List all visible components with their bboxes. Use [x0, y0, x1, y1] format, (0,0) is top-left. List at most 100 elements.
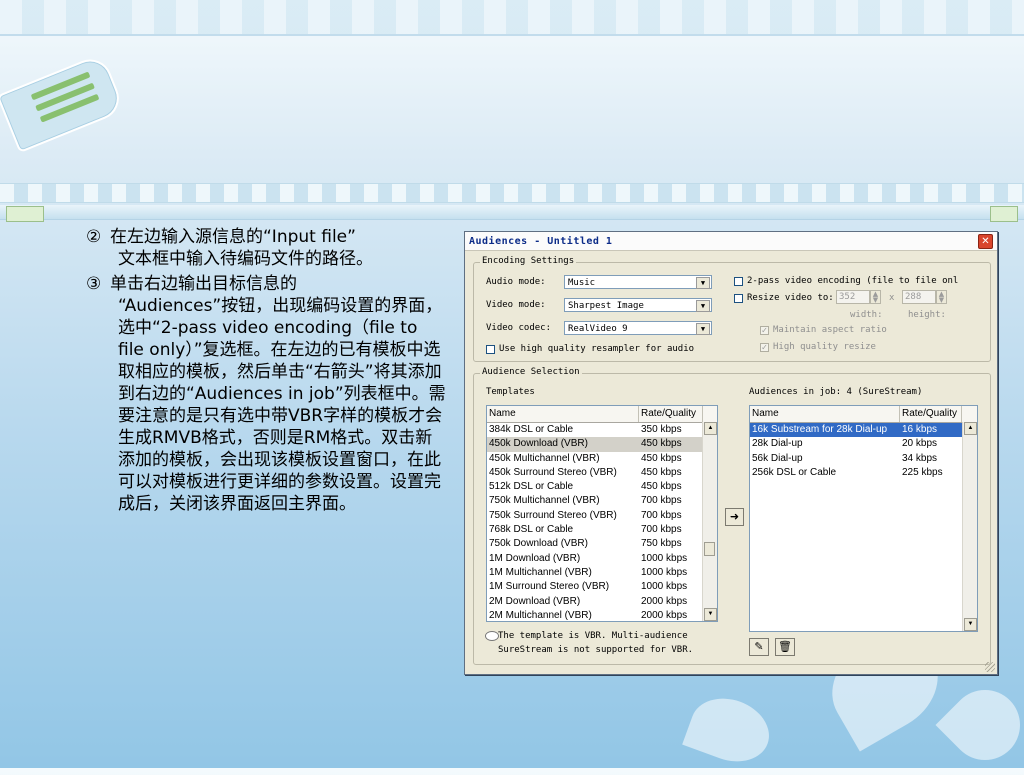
- list-item-name: 384k DSL or Cable: [489, 424, 574, 435]
- audiences-rows: 16k Substream for 28k Dial-up 16 kbps 28k …: [750, 423, 977, 480]
- list-item-name: 1M Multichannel (VBR): [489, 566, 592, 578]
- list-item[interactable]: 750k Surround Stereo (VBR) 700 kbps: [487, 509, 717, 523]
- list-item[interactable]: 56k Dial-up 34 kbps: [750, 452, 977, 466]
- list-item-rate: 700 kbps: [641, 495, 682, 507]
- list-item[interactable]: 1M Download (VBR) 1000 kbps: [487, 552, 717, 566]
- list-item-name: 256k DSL or Cable: [752, 466, 837, 478]
- list-item-rate: 1000 kbps: [641, 581, 688, 593]
- add-audience-button[interactable]: ➜: [725, 508, 744, 526]
- audiences-scrollbar[interactable]: ▲ ▼: [962, 422, 977, 631]
- two-pass-checkbox[interactable]: [734, 277, 743, 286]
- list-item-rate: 225 kbps: [902, 466, 943, 478]
- decorative-rule: [0, 205, 1024, 220]
- step-text: 单击右边输出目标信息的 “Audiences”按钮，出现编码设置的界面，选中“2…: [110, 273, 448, 515]
- dialog-titlebar[interactable]: Audiences - Untitled 1 ✕: [465, 232, 997, 251]
- delete-audience-button[interactable]: 🗑: [775, 638, 795, 656]
- column-header-name[interactable]: Name: [487, 406, 639, 422]
- resize-checkbox[interactable]: [734, 294, 743, 303]
- maintain-aspect-checkbox[interactable]: ✓: [760, 326, 769, 335]
- resize-label: Resize video to:: [747, 293, 834, 303]
- templates-label: Templates: [486, 387, 535, 397]
- list-item[interactable]: 2M Multichannel (VBR) 2000 kbps: [487, 609, 717, 621]
- templates-scrollbar[interactable]: ▲ ▼: [702, 422, 717, 621]
- audiences-dialog: Audiences - Untitled 1 ✕ Encoding Settin…: [464, 231, 998, 675]
- step-line: 文本框中输入待编码文件的路径。: [118, 249, 373, 269]
- list-item-name: 28k Dial-up: [752, 438, 803, 450]
- list-item-rate: 16 kbps: [902, 424, 938, 435]
- list-item[interactable]: 256k DSL or Cable 225 kbps: [750, 466, 977, 480]
- list-item-name: 1M Surround Stereo (VBR): [489, 581, 610, 593]
- width-stepper[interactable]: ▲ ▼: [870, 290, 881, 304]
- height-input[interactable]: 288: [902, 290, 936, 304]
- list-item-rate: 750 kbps: [641, 538, 682, 550]
- list-item-name: 1M Download (VBR): [489, 552, 581, 564]
- high-quality-resize-checkbox[interactable]: ✓: [760, 343, 769, 352]
- high-quality-resampler-checkbox[interactable]: [486, 345, 495, 354]
- step-line: “Audiences”按钮，出现编码设置的界面，选中“2-pass video …: [118, 296, 446, 514]
- video-mode-select[interactable]: Sharpest Image ▼: [564, 298, 712, 312]
- list-item[interactable]: 1M Multichannel (VBR) 1000 kbps: [487, 566, 717, 580]
- scroll-thumb[interactable]: [704, 542, 715, 556]
- scroll-down-icon[interactable]: ▼: [964, 618, 977, 631]
- width-caption: width:: [850, 310, 883, 320]
- list-item[interactable]: 28k Dial-up 20 kbps: [750, 437, 977, 451]
- scroll-up-icon[interactable]: ▲: [704, 422, 717, 435]
- templates-list[interactable]: Name Rate/Quality 384k DSL or Cable 350 k…: [486, 405, 718, 622]
- vbr-note-line-1: The template is VBR. Multi-audience: [498, 631, 688, 641]
- video-codec-select[interactable]: RealVideo 9 ▼: [564, 321, 712, 335]
- list-item-name: 450k Surround Stereo (VBR): [489, 466, 617, 478]
- list-item[interactable]: 1M Surround Stereo (VBR) 1000 kbps: [487, 580, 717, 594]
- width-input[interactable]: 352: [836, 290, 870, 304]
- list-item-name: 750k Download (VBR): [489, 538, 588, 550]
- group-title: Encoding Settings: [480, 256, 577, 266]
- step-line: 在左边输入源信息的“Input file”: [110, 227, 356, 247]
- list-item[interactable]: 384k DSL or Cable 350 kbps: [487, 423, 717, 437]
- scroll-down-icon[interactable]: ▼: [704, 608, 717, 621]
- list-item[interactable]: 450k Multichannel (VBR) 450 kbps: [487, 452, 717, 466]
- group-title: Audience Selection: [480, 367, 582, 377]
- column-header-name[interactable]: Name: [750, 406, 900, 422]
- step-number: ②: [86, 227, 102, 247]
- list-item[interactable]: 512k DSL or Cable 450 kbps: [487, 480, 717, 494]
- close-icon[interactable]: ✕: [978, 233, 993, 249]
- list-item[interactable]: 750k Multichannel (VBR) 700 kbps: [487, 494, 717, 508]
- scroll-up-icon[interactable]: ▲: [964, 422, 977, 435]
- list-item[interactable]: 2M Download (VBR) 2000 kbps: [487, 595, 717, 609]
- list-item-rate: 1000 kbps: [641, 566, 688, 578]
- list-item-name: 450k Download (VBR): [489, 438, 588, 450]
- column-header-rate[interactable]: Rate/Quality: [900, 406, 962, 422]
- high-quality-resampler-label: Use high quality resampler for audio: [499, 344, 695, 354]
- list-item[interactable]: 450k Download (VBR) 450 kbps: [487, 437, 717, 452]
- audiences-list-header: Name Rate/Quality: [750, 406, 977, 423]
- list-item[interactable]: 750k Download (VBR) 750 kbps: [487, 537, 717, 551]
- pencil-icon: ✎: [754, 640, 764, 653]
- height-caption: height:: [908, 310, 946, 320]
- list-item-rate: 34 kbps: [902, 452, 938, 464]
- audio-mode-value: Music: [568, 278, 596, 288]
- dialog-title: Audiences - Untitled 1: [469, 235, 613, 247]
- audiences-list[interactable]: Name Rate/Quality 16k Substream for 28k …: [749, 405, 978, 632]
- audiences-in-job-label: Audiences in job: 4 (SureStream): [749, 387, 923, 397]
- list-item-name: 750k Multichannel (VBR): [489, 495, 600, 507]
- top-divider: [0, 34, 1024, 36]
- resize-grip[interactable]: [985, 662, 995, 672]
- list-item[interactable]: 450k Surround Stereo (VBR) 450 kbps: [487, 466, 717, 480]
- video-codec-value: RealVideo 9: [568, 324, 628, 334]
- list-item[interactable]: 768k DSL or Cable 700 kbps: [487, 523, 717, 537]
- list-item[interactable]: 16k Substream for 28k Dial-up 16 kbps: [750, 423, 977, 438]
- list-item-rate: 450 kbps: [641, 481, 682, 493]
- column-header-rate[interactable]: Rate/Quality: [639, 406, 703, 422]
- trash-icon: 🗑: [778, 640, 792, 653]
- top-decoration: [0, 0, 1024, 34]
- audio-mode-label: Audio mode:: [486, 277, 546, 287]
- list-item-rate: 1000 kbps: [641, 552, 688, 564]
- encoding-settings-group: Encoding Settings Audio mode: Music ▼ Vi…: [473, 256, 991, 362]
- video-codec-label: Video codec:: [486, 323, 552, 333]
- right-arrow-icon: ➜: [729, 510, 740, 523]
- video-mode-value: Sharpest Image: [568, 301, 644, 311]
- list-item-name: 2M Multichannel (VBR): [489, 609, 592, 621]
- edit-audience-button[interactable]: ✎: [749, 638, 769, 656]
- height-stepper[interactable]: ▲ ▼: [936, 290, 947, 304]
- list-item-rate: 700 kbps: [641, 509, 682, 521]
- audio-mode-select[interactable]: Music ▼: [564, 275, 712, 289]
